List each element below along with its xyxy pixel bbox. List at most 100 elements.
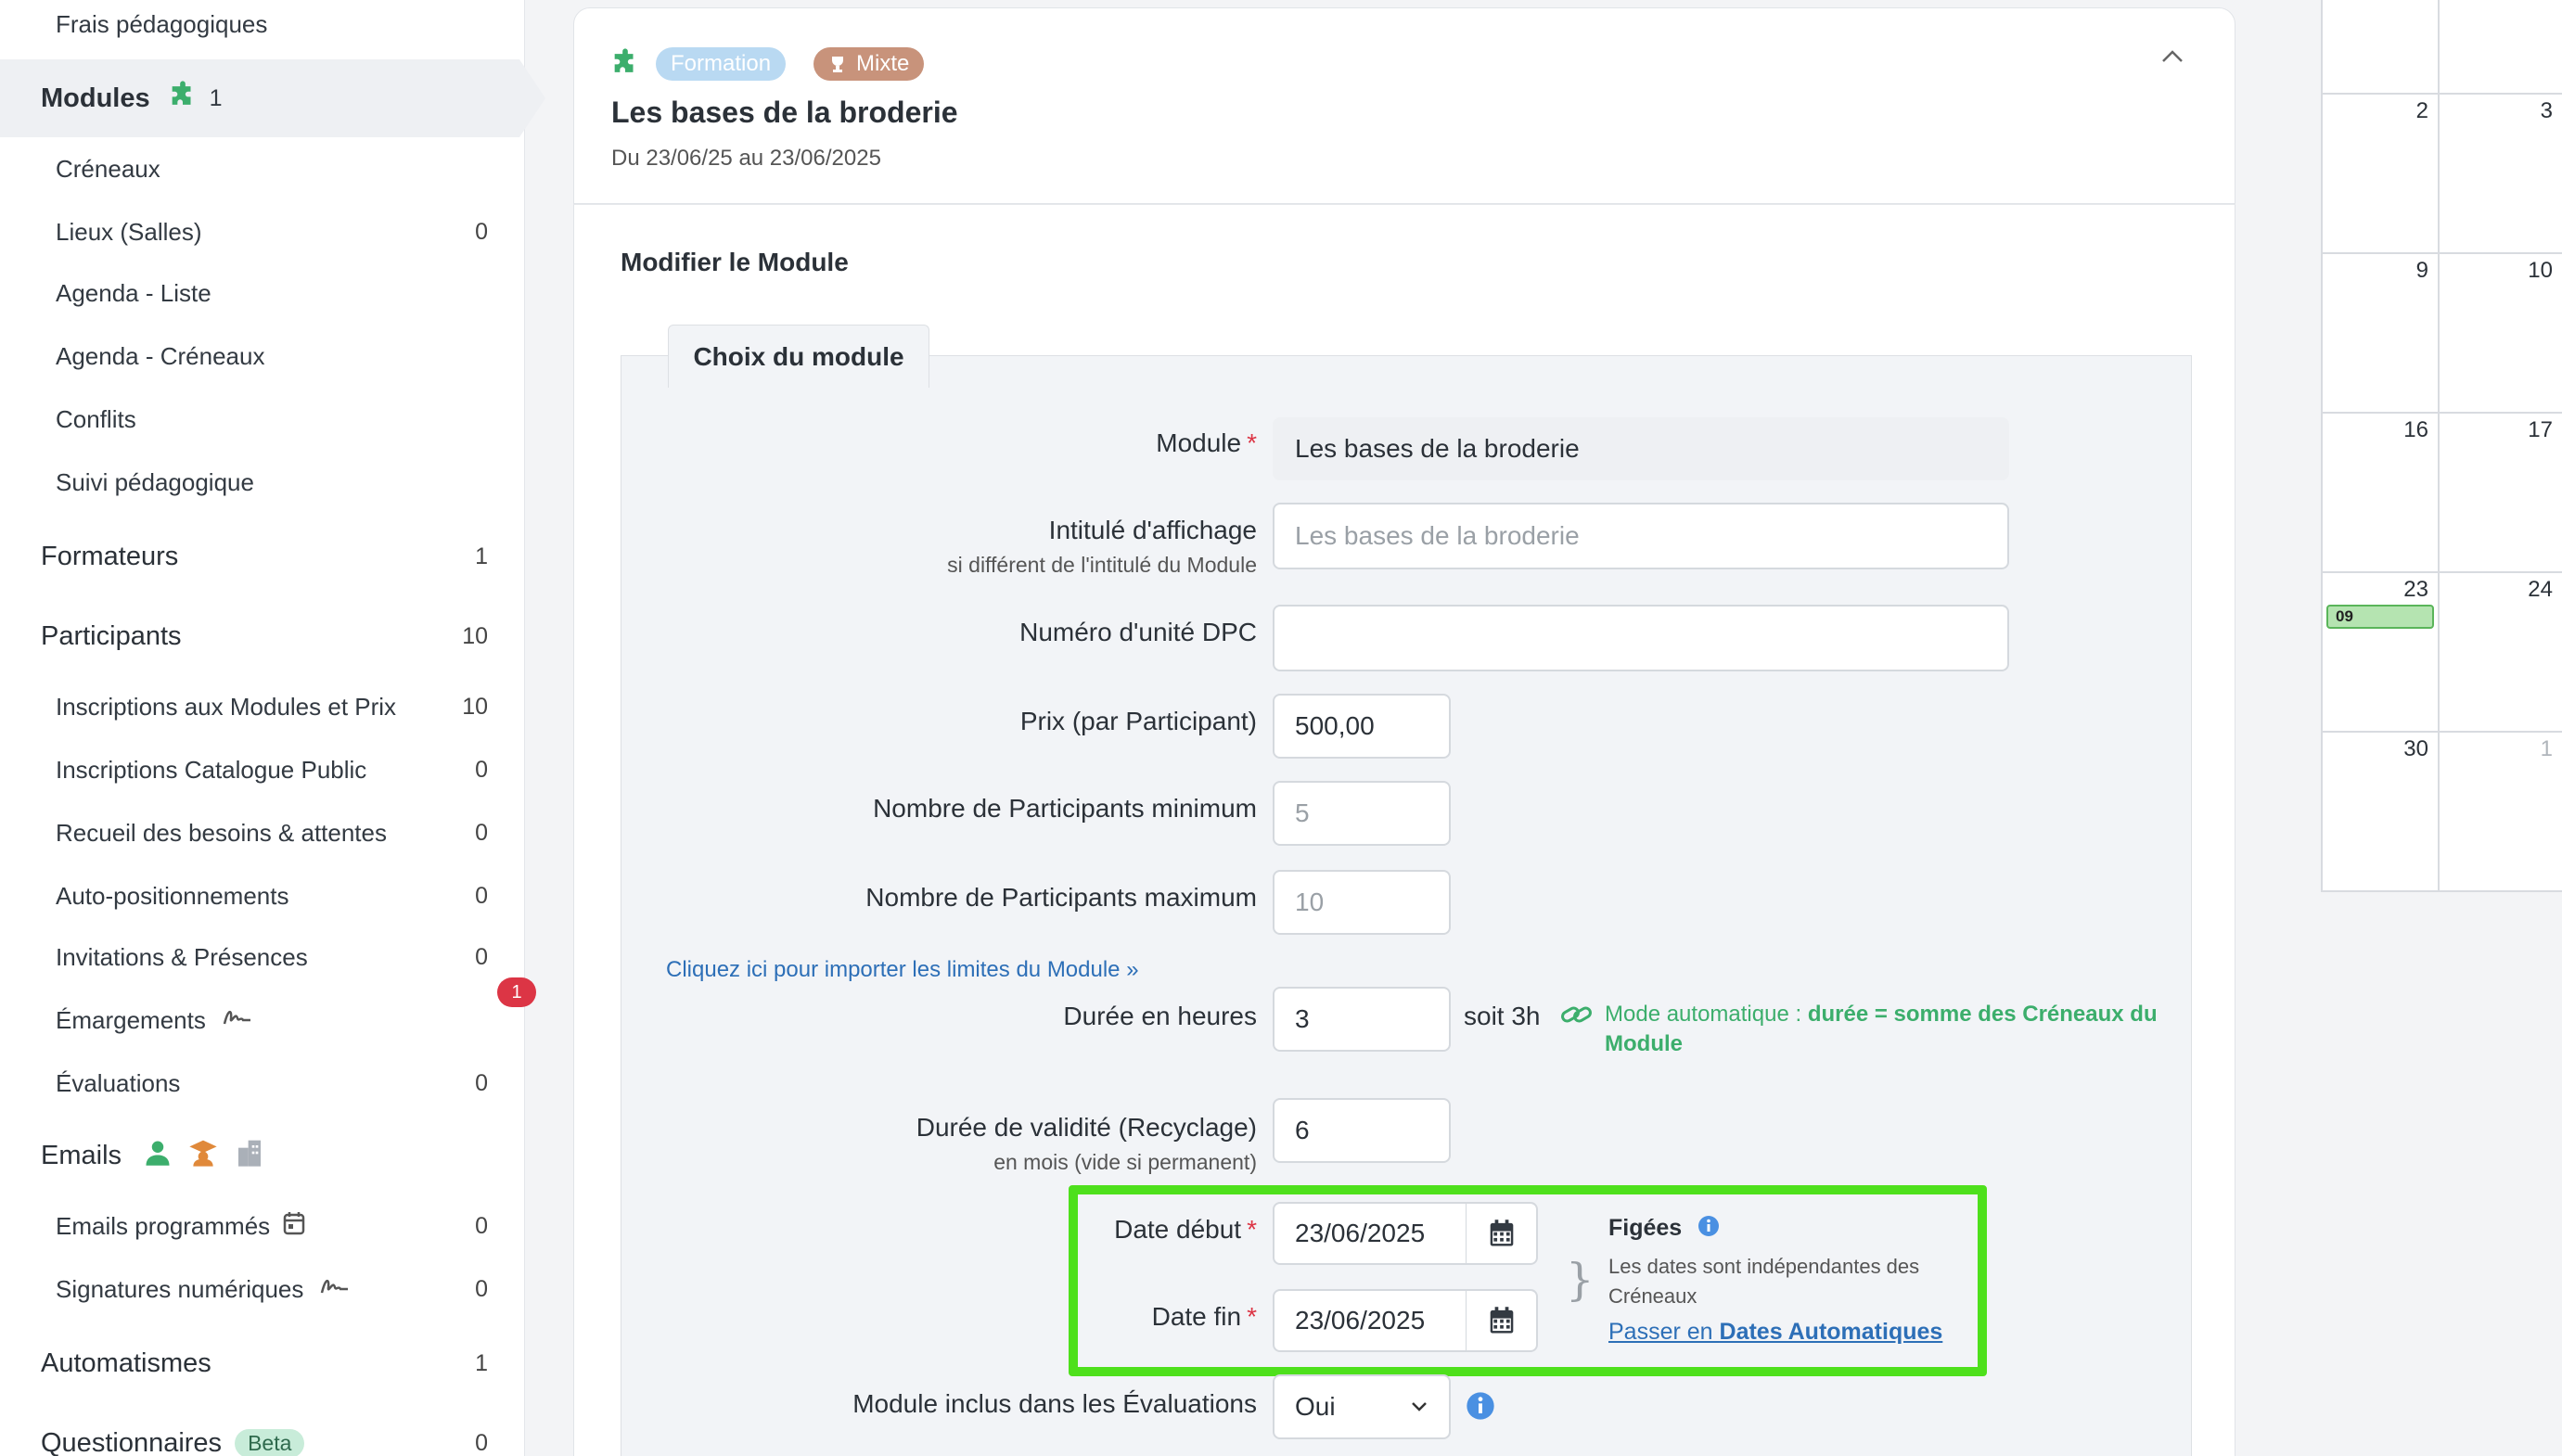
- min-participants-label: Nombre de Participants minimum: [873, 794, 1257, 823]
- evaluations-select[interactable]: Oui: [1273, 1374, 1451, 1439]
- mixte-label: Mixte: [856, 51, 910, 76]
- chevron-up-icon[interactable]: [2160, 49, 2184, 69]
- sidebar-item-count: 0: [475, 1069, 488, 1096]
- info-icon[interactable]: [1466, 1391, 1495, 1425]
- duree-soit-text: soit 3h: [1464, 1002, 1541, 1030]
- sidebar-item-label: Émargements: [56, 1005, 206, 1034]
- sidebar-item-count: 1: [475, 1349, 488, 1376]
- auto-mode-prefix: Mode automatique :: [1605, 1002, 1808, 1027]
- calendar-day[interactable]: 30: [2323, 733, 2440, 892]
- mixte-tag: Mixte: [813, 47, 925, 81]
- intitule-placeholder: Les bases de la broderie: [1295, 521, 1580, 550]
- module-title: Les bases de la broderie: [611, 96, 958, 129]
- sidebar-item-formateurs[interactable]: Formateurs 1: [0, 529, 525, 584]
- sidebar-item-lieux[interactable]: Lieux (Salles) 0: [0, 204, 525, 260]
- sidebar-item-label: Suivi pédagogique: [56, 467, 254, 496]
- date-debut-calendar-button[interactable]: [1466, 1202, 1538, 1265]
- dpc-input[interactable]: [1273, 605, 2009, 671]
- calendar-day[interactable]: 10: [2440, 254, 2562, 414]
- sidebar-item-inscriptions-modules[interactable]: Inscriptions aux Modules et Prix 10: [0, 679, 525, 734]
- sidebar-item-emails-programmes[interactable]: Emails programmés 0: [0, 1198, 525, 1254]
- intitule-input[interactable]: Les bases de la broderie: [1273, 503, 2009, 569]
- import-limits-link[interactable]: Cliquez ici pour importer les limites du…: [666, 957, 1139, 983]
- sidebar-item-count: 0: [475, 943, 488, 970]
- sidebar-item-invitations[interactable]: Invitations & Présences 0: [0, 929, 525, 985]
- sidebar-item-label: Emails: [41, 1140, 122, 1170]
- calendar-day[interactable]: 17: [2440, 414, 2562, 573]
- date-fin-label-text: Date fin: [1151, 1302, 1242, 1331]
- calendar-event[interactable]: 09: [2326, 605, 2434, 629]
- module-field[interactable]: Les bases de la broderie: [1273, 417, 2009, 480]
- tab-choix-du-module[interactable]: Choix du module: [668, 325, 929, 388]
- intitule-sublabel: si différent de l'intitulé du Module: [947, 553, 1257, 577]
- calendar-day-number: 30: [2403, 736, 2428, 761]
- sidebar-item-label: Signatures numériques: [56, 1274, 304, 1303]
- puzzle-icon: [609, 47, 641, 83]
- calendar-day-number: 3: [2540, 98, 2553, 123]
- sidebar-item-emails[interactable]: Emails: [0, 1128, 525, 1183]
- passer-dates-automatiques-link[interactable]: Passer en Dates Automatiques: [1608, 1319, 1942, 1346]
- sidebar-item-frais-pedagogiques[interactable]: Frais pédagogiques: [0, 0, 525, 52]
- sidebar-item-inscriptions-catalogue[interactable]: Inscriptions Catalogue Public 0: [0, 742, 525, 798]
- sidebar-item-questionnaires[interactable]: Questionnaires Beta 0: [0, 1415, 525, 1456]
- sidebar-item-count: 10: [462, 693, 488, 720]
- sidebar-item-agenda-liste[interactable]: Agenda - Liste: [0, 265, 525, 321]
- module-label-text: Module: [1156, 428, 1242, 457]
- date-fin-calendar-button[interactable]: [1466, 1289, 1538, 1352]
- sidebar-item-automatismes[interactable]: Automatismes 1: [0, 1335, 525, 1391]
- calendar-day[interactable]: [2323, 0, 2440, 95]
- calendar-icon: [1490, 1220, 1513, 1246]
- max-participants-input[interactable]: 10: [1273, 870, 1451, 935]
- signature-icon: [223, 1005, 252, 1036]
- calendar-day[interactable]: 2: [2323, 95, 2440, 254]
- auto-mode-text: Mode automatique : durée = somme des Cré…: [1605, 1000, 2180, 1059]
- calendar-day[interactable]: 3: [2440, 95, 2562, 254]
- sidebar-item-recueil-besoins[interactable]: Recueil des besoins & attentes 0: [0, 805, 525, 861]
- sidebar-item-creneaux[interactable]: Créneaux: [0, 141, 525, 197]
- sidebar-item-count: 1: [475, 543, 488, 569]
- sidebar-item-label: Automatismes: [41, 1347, 211, 1378]
- chevron-down-icon: [1412, 1402, 1427, 1411]
- calendar-day[interactable]: 1: [2440, 733, 2562, 892]
- sidebar-item-label: Créneaux: [56, 154, 160, 183]
- module-label-wrap: Module *: [0, 428, 1257, 466]
- graduation-icon: [188, 1138, 218, 1174]
- sidebar-item-count: 0: [475, 1429, 488, 1456]
- calendar-day[interactable]: 16: [2323, 414, 2440, 573]
- sidebar-item-evaluations[interactable]: Évaluations 0: [0, 1055, 525, 1111]
- date-debut-label: Date début *: [1114, 1215, 1257, 1245]
- sidebar-item-agenda-creneaux[interactable]: Agenda - Créneaux: [0, 328, 525, 384]
- sidebar-item-auto-positionnements[interactable]: Auto-positionnements 0: [0, 868, 525, 924]
- sidebar-item-count: 0: [475, 1275, 488, 1302]
- max-placeholder: 10: [1295, 888, 1325, 916]
- duree-input[interactable]: 3: [1273, 987, 1451, 1052]
- date-debut-label-text: Date début: [1114, 1215, 1242, 1244]
- calendar-day-number: 2: [2415, 98, 2428, 123]
- sidebar-item-signatures[interactable]: Signatures numériques 0: [0, 1261, 525, 1317]
- required-asterisk: *: [1247, 1215, 1257, 1244]
- info-icon[interactable]: [1697, 1215, 1720, 1244]
- min-participants-input[interactable]: 5: [1273, 781, 1451, 846]
- calendar-day[interactable]: 24: [2440, 573, 2562, 733]
- sidebar: Frais pédagogiques Modules 1 Créneaux Li…: [0, 0, 545, 1456]
- dpc-label: Numéro d'unité DPC: [1019, 618, 1257, 646]
- sidebar-item-label: Emails programmés: [56, 1211, 271, 1240]
- calendar-day[interactable]: 23 09: [2323, 573, 2440, 733]
- date-debut-input[interactable]: 23/06/2025: [1273, 1202, 1467, 1265]
- sidebar-item-emargements[interactable]: Émargements: [0, 992, 525, 1048]
- sidebar-item-label: Agenda - Créneaux: [56, 341, 265, 370]
- validite-input[interactable]: 6: [1273, 1098, 1451, 1163]
- sidebar-item-modules[interactable]: Modules 1: [0, 59, 545, 137]
- link-icon: [1560, 1002, 1594, 1032]
- prix-input[interactable]: 500,00: [1273, 694, 1451, 759]
- figees-description: Les dates sont indépendantes des Créneau…: [1608, 1255, 1920, 1308]
- required-asterisk: *: [1247, 1302, 1257, 1331]
- required-asterisk: *: [1247, 428, 1257, 457]
- calendar-day[interactable]: [2440, 0, 2562, 95]
- date-fin-input[interactable]: 23/06/2025: [1273, 1289, 1467, 1352]
- sidebar-item-label: Formateurs: [41, 541, 179, 571]
- calendar-day[interactable]: 9: [2323, 254, 2440, 414]
- sidebar-item-participants[interactable]: Participants 10: [0, 608, 525, 664]
- formation-tag: Formation: [656, 47, 787, 81]
- figees-title: Figées: [1608, 1215, 1720, 1244]
